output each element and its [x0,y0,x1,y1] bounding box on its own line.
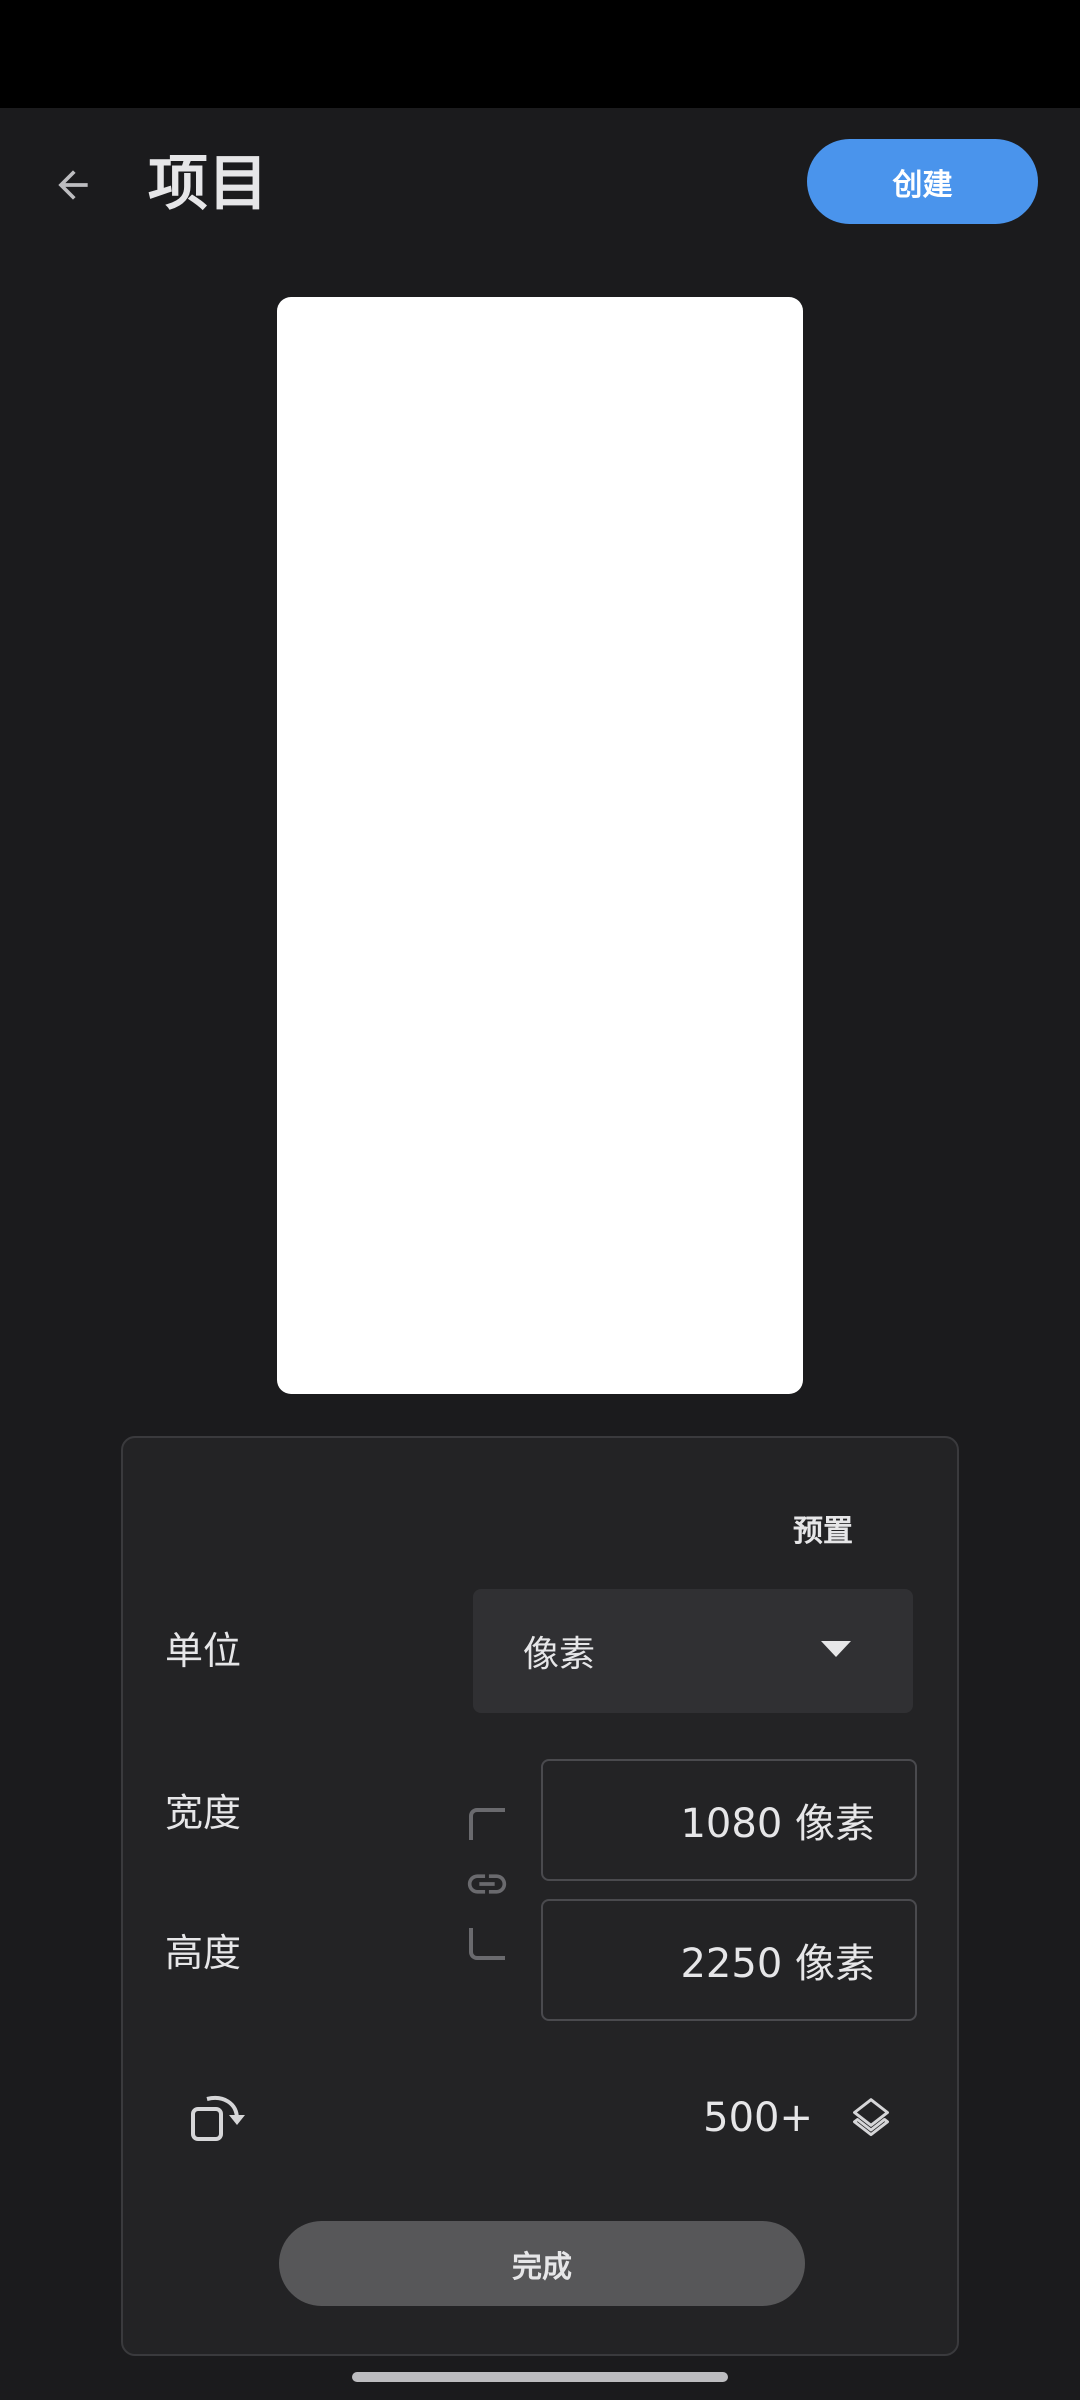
unit-dropdown-value: 像素 [523,1634,596,1675]
link-bracket-top [469,1808,505,1840]
done-button[interactable]: 完成 [279,2221,805,2306]
link-icon[interactable] [463,1860,511,1908]
home-indicator [352,2372,728,2382]
layers-count: 500+ [703,2095,813,2141]
canvas-settings-panel: 预置 单位 像素 宽度 1080 像素 高度 2250 像素 500+ 完成 [121,1436,959,2356]
status-bar [0,0,1080,108]
width-input[interactable]: 1080 像素 [541,1759,917,1881]
link-bracket-bottom [469,1928,505,1960]
caret-down-icon [821,1641,851,1657]
page-title: 项目 [148,149,268,219]
height-input[interactable]: 2250 像素 [541,1899,917,2021]
canvas-preview [277,297,803,1394]
rotate-icon[interactable] [185,2085,249,2149]
create-button[interactable]: 创建 [807,139,1038,224]
unit-dropdown[interactable]: 像素 [473,1589,913,1713]
arrow-left-icon [58,170,88,200]
height-label: 高度 [165,1931,242,1975]
unit-label: 单位 [165,1629,242,1673]
back-button[interactable] [36,148,110,222]
layers-icon[interactable] [849,2096,893,2140]
width-label: 宽度 [165,1791,242,1835]
presets-button[interactable]: 预置 [743,1498,903,1558]
app-bar: 项目 创建 [0,108,1080,256]
